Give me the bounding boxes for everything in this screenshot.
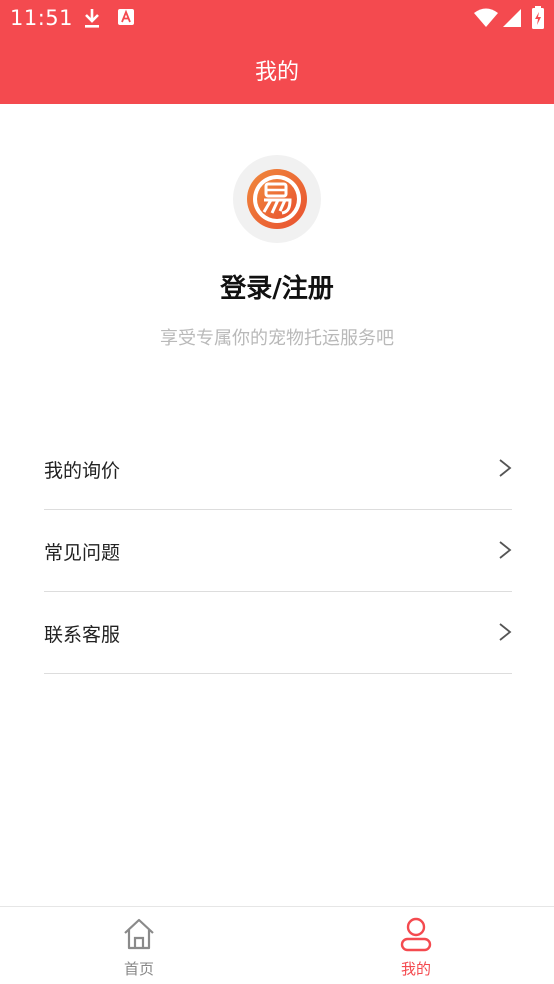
profile-subtitle: 享受专属你的宠物托运服务吧 — [160, 328, 394, 349]
menu-item-customer-service[interactable]: 联系客服 — [44, 592, 512, 674]
tab-mine-label: 我的 — [400, 960, 431, 978]
page-title: 我的 — [254, 60, 299, 85]
download-icon — [82, 7, 102, 33]
brand-logo[interactable] — [233, 155, 321, 243]
login-register-button[interactable]: 登录/注册 — [0, 268, 554, 305]
tab-home-label: 首页 — [123, 960, 154, 978]
notification-a-icon — [117, 7, 135, 31]
user-icon — [398, 917, 434, 957]
menu-item-label: 常见问题 — [44, 542, 121, 564]
menu-item-my-inquiry[interactable]: 我的询价 — [44, 428, 512, 510]
menu-item-faq[interactable]: 常见问题 — [44, 510, 512, 592]
wifi-icon — [474, 8, 498, 32]
brand-logo-icon — [247, 169, 307, 229]
app-header: 11:51 我的 — [0, 0, 554, 104]
battery-icon — [531, 6, 545, 34]
menu-list: 我的询价 常见问题 联系客服 — [44, 428, 512, 674]
chevron-right-icon — [498, 459, 512, 481]
chevron-right-icon — [498, 623, 512, 645]
tab-home[interactable]: 首页 — [89, 907, 189, 984]
menu-item-label: 我的询价 — [44, 460, 121, 482]
profile-section: 登录/注册 享受专属你的宠物托运服务吧 — [0, 104, 554, 434]
status-time: 11:51 — [10, 6, 74, 30]
chevron-right-icon — [498, 541, 512, 563]
home-icon — [121, 917, 157, 955]
menu-item-label: 联系客服 — [44, 624, 121, 646]
tab-mine[interactable]: 我的 — [366, 907, 466, 984]
bottom-tab-bar: 首页 我的 — [0, 906, 554, 984]
signal-icon — [502, 8, 522, 32]
status-bar: 11:51 — [0, 0, 554, 36]
